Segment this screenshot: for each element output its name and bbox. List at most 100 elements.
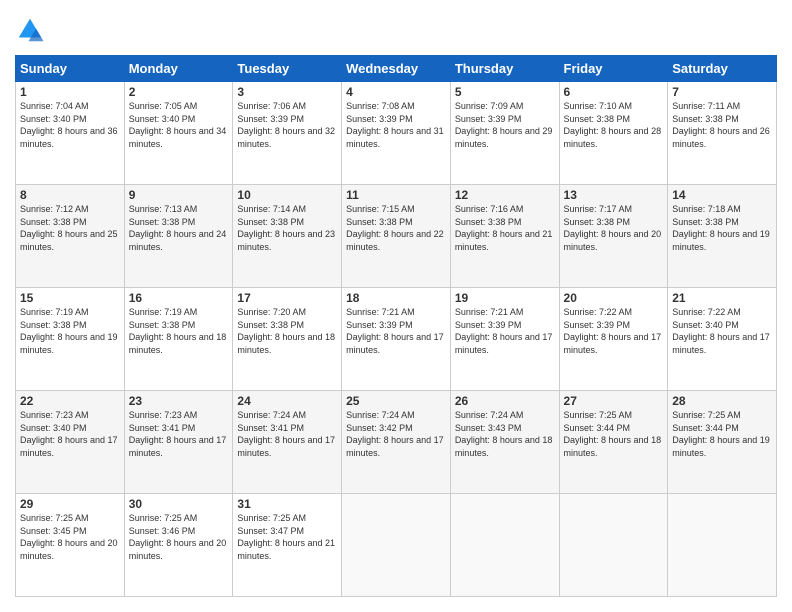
calendar-head: SundayMondayTuesdayWednesdayThursdayFrid… — [16, 56, 777, 82]
day-number: 25 — [346, 394, 446, 408]
day-info: Sunrise: 7:19 AM Sunset: 3:38 PM Dayligh… — [129, 306, 229, 356]
day-info: Sunrise: 7:06 AM Sunset: 3:39 PM Dayligh… — [237, 100, 337, 150]
day-info: Sunrise: 7:24 AM Sunset: 3:41 PM Dayligh… — [237, 409, 337, 459]
day-number: 26 — [455, 394, 555, 408]
header-wednesday: Wednesday — [342, 56, 451, 82]
day-number: 28 — [672, 394, 772, 408]
day-cell: 4Sunrise: 7:08 AM Sunset: 3:39 PM Daylig… — [342, 82, 451, 185]
week-row-1: 1Sunrise: 7:04 AM Sunset: 3:40 PM Daylig… — [16, 82, 777, 185]
day-number: 2 — [129, 85, 229, 99]
day-number: 13 — [564, 188, 664, 202]
day-info: Sunrise: 7:17 AM Sunset: 3:38 PM Dayligh… — [564, 203, 664, 253]
day-cell: 15Sunrise: 7:19 AM Sunset: 3:38 PM Dayli… — [16, 288, 125, 391]
day-info: Sunrise: 7:14 AM Sunset: 3:38 PM Dayligh… — [237, 203, 337, 253]
day-cell: 6Sunrise: 7:10 AM Sunset: 3:38 PM Daylig… — [559, 82, 668, 185]
day-number: 14 — [672, 188, 772, 202]
day-info: Sunrise: 7:24 AM Sunset: 3:43 PM Dayligh… — [455, 409, 555, 459]
day-info: Sunrise: 7:25 AM Sunset: 3:46 PM Dayligh… — [129, 512, 229, 562]
day-cell: 8Sunrise: 7:12 AM Sunset: 3:38 PM Daylig… — [16, 185, 125, 288]
day-number: 5 — [455, 85, 555, 99]
day-info: Sunrise: 7:25 AM Sunset: 3:47 PM Dayligh… — [237, 512, 337, 562]
day-number: 7 — [672, 85, 772, 99]
day-info: Sunrise: 7:23 AM Sunset: 3:41 PM Dayligh… — [129, 409, 229, 459]
day-cell: 27Sunrise: 7:25 AM Sunset: 3:44 PM Dayli… — [559, 391, 668, 494]
day-info: Sunrise: 7:16 AM Sunset: 3:38 PM Dayligh… — [455, 203, 555, 253]
day-info: Sunrise: 7:25 AM Sunset: 3:44 PM Dayligh… — [672, 409, 772, 459]
day-number: 3 — [237, 85, 337, 99]
day-number: 22 — [20, 394, 120, 408]
day-cell: 23Sunrise: 7:23 AM Sunset: 3:41 PM Dayli… — [124, 391, 233, 494]
day-number: 8 — [20, 188, 120, 202]
day-number: 15 — [20, 291, 120, 305]
day-info: Sunrise: 7:23 AM Sunset: 3:40 PM Dayligh… — [20, 409, 120, 459]
day-info: Sunrise: 7:25 AM Sunset: 3:44 PM Dayligh… — [564, 409, 664, 459]
calendar-table: SundayMondayTuesdayWednesdayThursdayFrid… — [15, 55, 777, 597]
day-number: 6 — [564, 85, 664, 99]
day-info: Sunrise: 7:22 AM Sunset: 3:39 PM Dayligh… — [564, 306, 664, 356]
day-info: Sunrise: 7:20 AM Sunset: 3:38 PM Dayligh… — [237, 306, 337, 356]
day-cell: 31Sunrise: 7:25 AM Sunset: 3:47 PM Dayli… — [233, 494, 342, 597]
header-tuesday: Tuesday — [233, 56, 342, 82]
day-number: 17 — [237, 291, 337, 305]
day-number: 4 — [346, 85, 446, 99]
day-cell: 20Sunrise: 7:22 AM Sunset: 3:39 PM Dayli… — [559, 288, 668, 391]
day-cell: 1Sunrise: 7:04 AM Sunset: 3:40 PM Daylig… — [16, 82, 125, 185]
day-info: Sunrise: 7:18 AM Sunset: 3:38 PM Dayligh… — [672, 203, 772, 253]
day-cell — [559, 494, 668, 597]
logo-icon — [15, 15, 45, 45]
day-info: Sunrise: 7:19 AM Sunset: 3:38 PM Dayligh… — [20, 306, 120, 356]
day-number: 30 — [129, 497, 229, 511]
day-info: Sunrise: 7:05 AM Sunset: 3:40 PM Dayligh… — [129, 100, 229, 150]
header-thursday: Thursday — [450, 56, 559, 82]
day-number: 21 — [672, 291, 772, 305]
header-sunday: Sunday — [16, 56, 125, 82]
day-number: 10 — [237, 188, 337, 202]
day-info: Sunrise: 7:09 AM Sunset: 3:39 PM Dayligh… — [455, 100, 555, 150]
day-info: Sunrise: 7:12 AM Sunset: 3:38 PM Dayligh… — [20, 203, 120, 253]
day-cell: 16Sunrise: 7:19 AM Sunset: 3:38 PM Dayli… — [124, 288, 233, 391]
day-cell: 28Sunrise: 7:25 AM Sunset: 3:44 PM Dayli… — [668, 391, 777, 494]
week-row-3: 15Sunrise: 7:19 AM Sunset: 3:38 PM Dayli… — [16, 288, 777, 391]
page: SundayMondayTuesdayWednesdayThursdayFrid… — [0, 0, 792, 612]
day-number: 20 — [564, 291, 664, 305]
day-cell: 12Sunrise: 7:16 AM Sunset: 3:38 PM Dayli… — [450, 185, 559, 288]
day-cell — [450, 494, 559, 597]
day-cell — [342, 494, 451, 597]
day-info: Sunrise: 7:04 AM Sunset: 3:40 PM Dayligh… — [20, 100, 120, 150]
day-cell: 14Sunrise: 7:18 AM Sunset: 3:38 PM Dayli… — [668, 185, 777, 288]
week-row-4: 22Sunrise: 7:23 AM Sunset: 3:40 PM Dayli… — [16, 391, 777, 494]
day-cell: 25Sunrise: 7:24 AM Sunset: 3:42 PM Dayli… — [342, 391, 451, 494]
day-number: 16 — [129, 291, 229, 305]
day-info: Sunrise: 7:21 AM Sunset: 3:39 PM Dayligh… — [455, 306, 555, 356]
day-info: Sunrise: 7:11 AM Sunset: 3:38 PM Dayligh… — [672, 100, 772, 150]
day-info: Sunrise: 7:21 AM Sunset: 3:39 PM Dayligh… — [346, 306, 446, 356]
day-number: 24 — [237, 394, 337, 408]
day-cell: 7Sunrise: 7:11 AM Sunset: 3:38 PM Daylig… — [668, 82, 777, 185]
day-cell: 26Sunrise: 7:24 AM Sunset: 3:43 PM Dayli… — [450, 391, 559, 494]
day-number: 19 — [455, 291, 555, 305]
day-cell: 10Sunrise: 7:14 AM Sunset: 3:38 PM Dayli… — [233, 185, 342, 288]
day-info: Sunrise: 7:25 AM Sunset: 3:45 PM Dayligh… — [20, 512, 120, 562]
header-saturday: Saturday — [668, 56, 777, 82]
logo — [15, 15, 49, 45]
calendar-body: 1Sunrise: 7:04 AM Sunset: 3:40 PM Daylig… — [16, 82, 777, 597]
day-number: 29 — [20, 497, 120, 511]
day-cell — [668, 494, 777, 597]
day-cell: 13Sunrise: 7:17 AM Sunset: 3:38 PM Dayli… — [559, 185, 668, 288]
day-info: Sunrise: 7:13 AM Sunset: 3:38 PM Dayligh… — [129, 203, 229, 253]
day-number: 12 — [455, 188, 555, 202]
day-number: 18 — [346, 291, 446, 305]
day-cell: 24Sunrise: 7:24 AM Sunset: 3:41 PM Dayli… — [233, 391, 342, 494]
day-cell: 19Sunrise: 7:21 AM Sunset: 3:39 PM Dayli… — [450, 288, 559, 391]
day-cell: 9Sunrise: 7:13 AM Sunset: 3:38 PM Daylig… — [124, 185, 233, 288]
day-cell: 30Sunrise: 7:25 AM Sunset: 3:46 PM Dayli… — [124, 494, 233, 597]
day-info: Sunrise: 7:22 AM Sunset: 3:40 PM Dayligh… — [672, 306, 772, 356]
day-cell: 2Sunrise: 7:05 AM Sunset: 3:40 PM Daylig… — [124, 82, 233, 185]
day-cell: 3Sunrise: 7:06 AM Sunset: 3:39 PM Daylig… — [233, 82, 342, 185]
header-friday: Friday — [559, 56, 668, 82]
day-number: 11 — [346, 188, 446, 202]
day-cell: 21Sunrise: 7:22 AM Sunset: 3:40 PM Dayli… — [668, 288, 777, 391]
day-number: 27 — [564, 394, 664, 408]
day-cell: 29Sunrise: 7:25 AM Sunset: 3:45 PM Dayli… — [16, 494, 125, 597]
day-cell: 22Sunrise: 7:23 AM Sunset: 3:40 PM Dayli… — [16, 391, 125, 494]
